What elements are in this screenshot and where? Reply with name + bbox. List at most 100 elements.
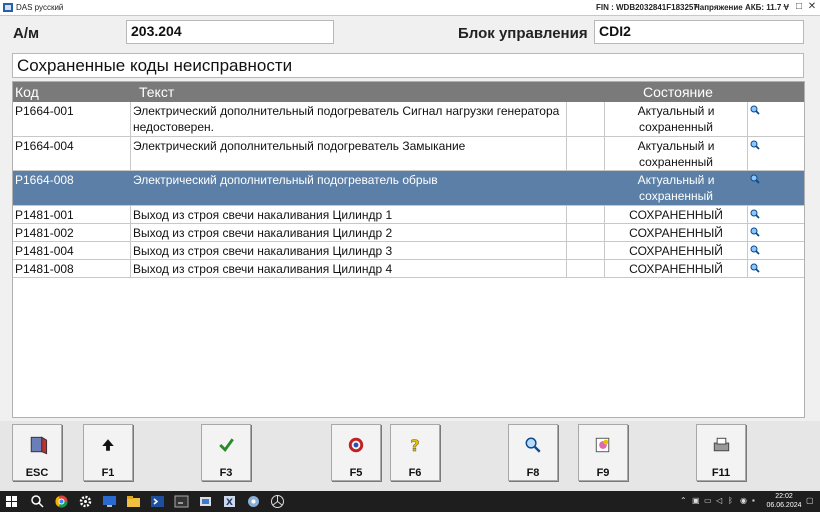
f6-label: F6 [408, 467, 422, 479]
blank-cell [567, 206, 605, 223]
blank-cell [567, 137, 605, 170]
f3-label: F3 [219, 467, 233, 479]
column-header-code: Код [15, 84, 39, 100]
notification-icon[interactable]: ▢ [806, 496, 814, 505]
code-cell: P1481-008 [13, 260, 131, 277]
f1-button[interactable]: F1 [83, 424, 133, 481]
window-title: DAS русский [16, 3, 64, 12]
control-unit-field: CDI2 [594, 20, 804, 44]
detail-cell [748, 102, 804, 136]
tray-notify-icon[interactable]: ▪ [752, 496, 755, 505]
control-unit-label: Блок управления [458, 25, 588, 42]
mercedes-star-icon[interactable] [270, 494, 285, 509]
magnifier-icon[interactable] [750, 105, 760, 115]
arrow-up-icon [102, 439, 114, 451]
clock[interactable]: 22:02 06.06.2024 [764, 492, 804, 510]
app-icon [3, 3, 13, 12]
state-cell: СОХРАНЕННЫЙ [605, 260, 748, 277]
state-cell: Актуальный и сохраненный [605, 102, 748, 136]
table-row[interactable]: P1664-001 Электрический дополнительный п… [13, 102, 804, 137]
column-header-state: Состояние [643, 84, 713, 100]
f9-button[interactable]: F9 [578, 424, 628, 481]
voltage-label: Напряжение АКБ: 11.7 V [694, 3, 789, 12]
column-header-text: Текст [139, 84, 175, 100]
code-cell: P1664-004 [13, 137, 131, 170]
tray-app-icon[interactable]: ▣ [692, 496, 700, 505]
state-cell: СОХРАНЕННЫЙ [605, 242, 748, 259]
windows-start-icon[interactable] [4, 494, 19, 509]
f8-button[interactable]: F8 [508, 424, 558, 481]
esc-label: ESC [25, 467, 49, 479]
tray-chevron-icon[interactable]: ⌃ [680, 496, 687, 505]
help-icon: ? [410, 436, 420, 455]
state-cell: СОХРАНЕННЫЙ [605, 206, 748, 223]
magnifier-icon[interactable] [750, 263, 760, 273]
magnifier-icon[interactable] [750, 227, 760, 237]
magnifier-icon[interactable] [750, 140, 760, 150]
table-row[interactable]: P1481-004 Выход из строя свечи накаливан… [13, 242, 804, 260]
chrome-icon[interactable] [54, 494, 69, 509]
settings-gear-icon[interactable] [78, 494, 93, 509]
text-cell: Электрический дополнительный подогревате… [131, 102, 567, 136]
minimize-button[interactable]: – [780, 1, 792, 13]
folder-icon[interactable] [126, 494, 141, 509]
table-row[interactable]: P1481-008 Выход из строя свечи накаливан… [13, 260, 804, 278]
f3-button[interactable]: F3 [201, 424, 251, 481]
function-key-bar: ESC F1 F3 F5 ? F6 F8 F9 F11 [0, 421, 820, 491]
blank-cell [567, 242, 605, 259]
printer-icon [713, 437, 730, 452]
network-app-icon[interactable] [246, 494, 261, 509]
table-row[interactable]: P1481-002 Выход из строя свечи накаливан… [13, 224, 804, 242]
detail-cell [748, 242, 804, 259]
maximize-button[interactable]: □ [793, 1, 805, 13]
blank-cell [567, 224, 605, 241]
esc-button[interactable]: ESC [12, 424, 62, 481]
f1-label: F1 [101, 467, 115, 479]
close-button[interactable]: ✕ [806, 1, 818, 13]
table-header: Код Текст Состояние [13, 82, 804, 102]
magnifier-icon[interactable] [750, 209, 760, 219]
magnifier-icon[interactable] [750, 174, 760, 184]
diagnostic-app-icon[interactable] [198, 494, 213, 509]
refresh-icon [348, 437, 364, 453]
blank-cell [567, 171, 605, 205]
table-row-selected[interactable]: P1664-008 Электрический дополнительный п… [13, 171, 804, 206]
exit-door-icon [30, 436, 48, 455]
volume-icon[interactable]: ◁ [716, 496, 722, 505]
f11-button[interactable]: F11 [696, 424, 746, 481]
detail-cell [748, 224, 804, 241]
xentry-icon[interactable]: X [222, 494, 237, 509]
powershell-icon[interactable] [150, 494, 165, 509]
tray-status-icon[interactable]: ◉ [740, 496, 747, 505]
bluetooth-icon[interactable]: ᛒ [728, 496, 733, 505]
title-bar: DAS русский FIN : WDB2032841F183257 Напр… [0, 0, 820, 16]
state-cell: Актуальный и сохраненный [605, 171, 748, 205]
magnifier-icon [525, 437, 541, 453]
f6-button[interactable]: ? F6 [390, 424, 440, 481]
section-title: Сохраненные коды неисправности [12, 53, 804, 78]
network-icon[interactable]: ▭ [704, 496, 712, 505]
table-row[interactable]: P1481-001 Выход из строя свечи накаливан… [13, 206, 804, 224]
vehicle-label: А/м [13, 25, 40, 42]
monitor-app-icon[interactable] [102, 494, 117, 509]
f5-label: F5 [349, 467, 363, 479]
magnifier-icon[interactable] [750, 245, 760, 255]
text-cell: Электрический дополнительный подогревате… [131, 171, 567, 205]
table-row[interactable]: P1664-004 Электрический дополнительный п… [13, 137, 804, 171]
f8-label: F8 [526, 467, 540, 479]
text-cell: Выход из строя свечи накаливания Цилиндр… [131, 260, 567, 277]
print-preview-icon [595, 437, 610, 453]
search-icon[interactable] [30, 494, 45, 509]
fin-label: FIN : WDB2032841F183257 [596, 3, 698, 12]
clock-date: 06.06.2024 [766, 502, 802, 509]
code-cell: P1481-002 [13, 224, 131, 241]
blank-cell [567, 260, 605, 277]
f5-button[interactable]: F5 [331, 424, 381, 481]
blank-cell [567, 102, 605, 136]
svg-text:?: ? [410, 436, 419, 455]
clock-time: 22:02 [775, 493, 793, 500]
svg-text:X: X [226, 498, 233, 508]
terminal-icon[interactable] [174, 494, 189, 509]
text-cell: Выход из строя свечи накаливания Цилиндр… [131, 224, 567, 241]
checkmark-icon [219, 438, 234, 453]
